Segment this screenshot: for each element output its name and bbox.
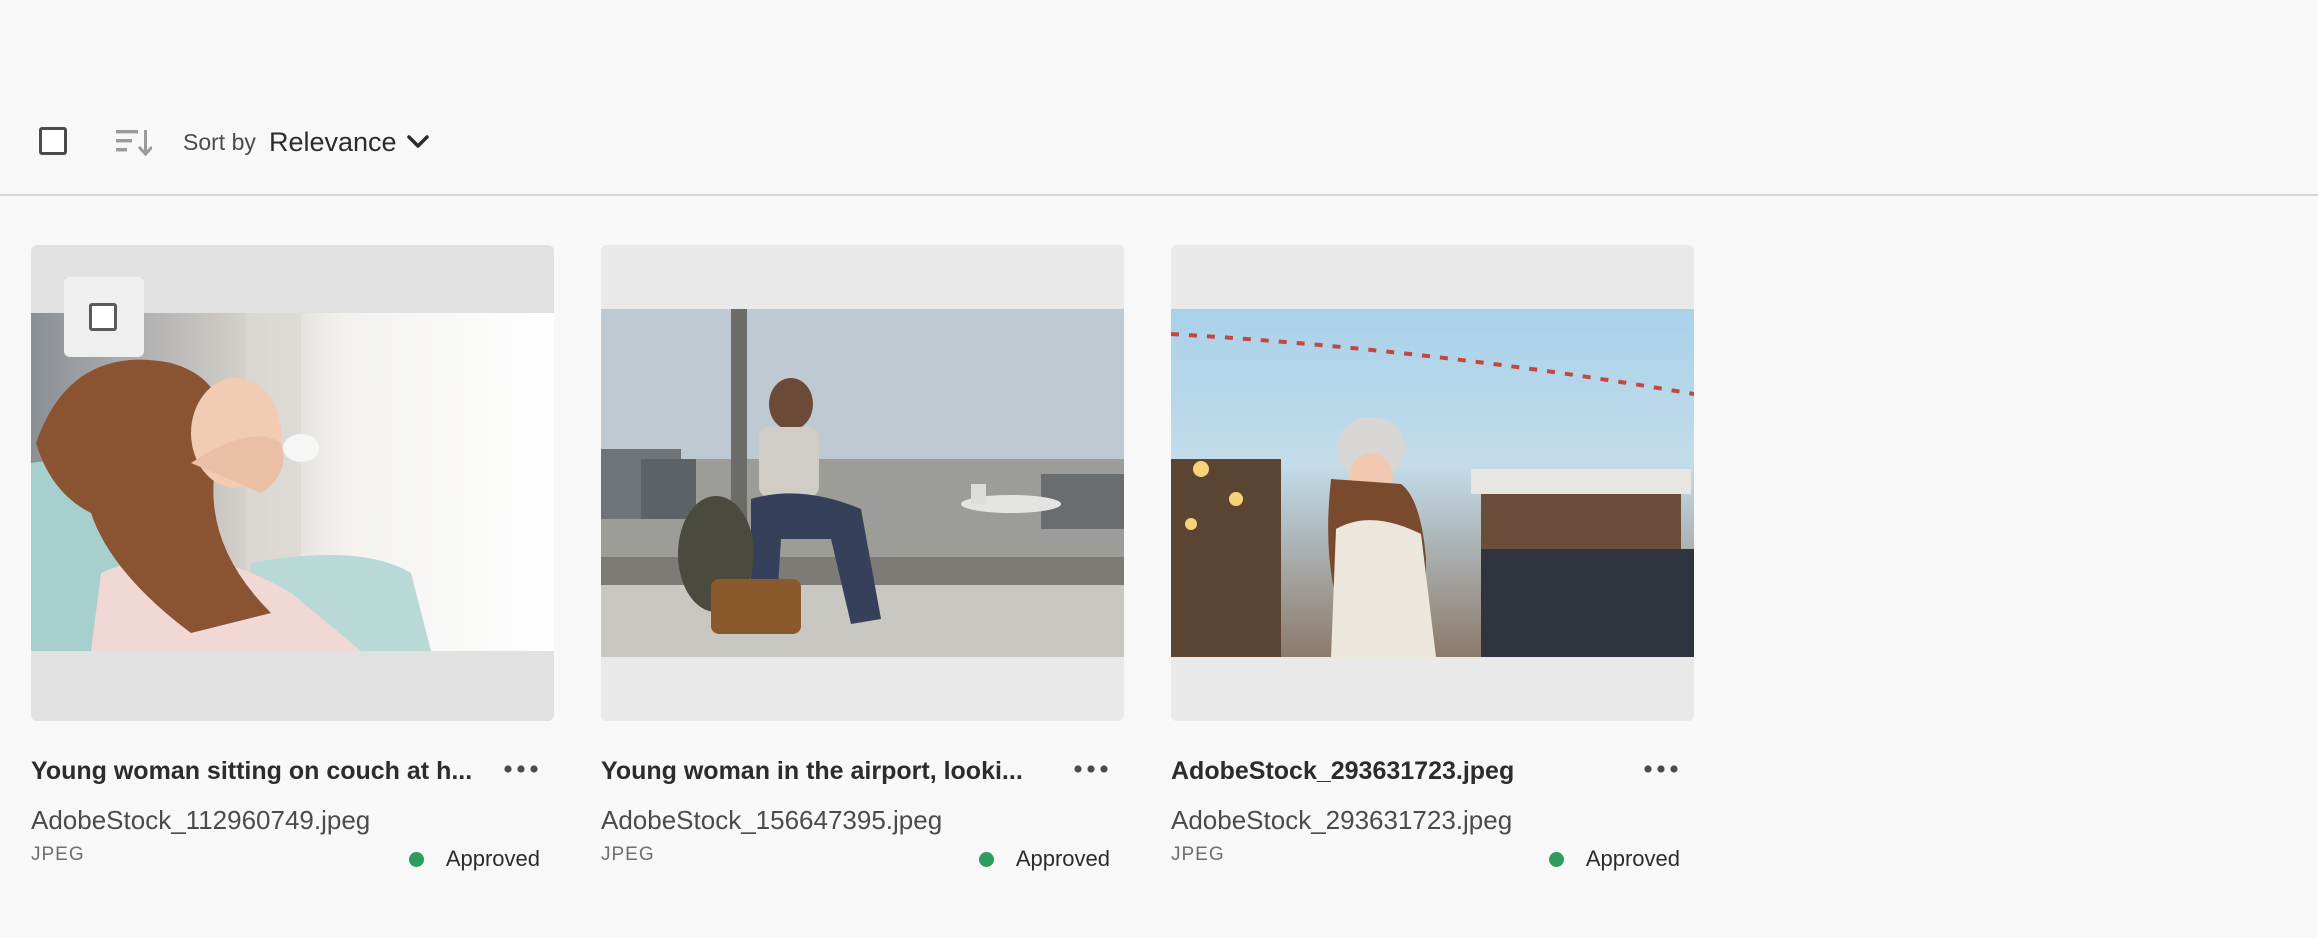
asset-title: AdobeStock_293631723.jpeg — [1171, 757, 1515, 785]
asset-title: Young woman in the airport, looki... — [601, 757, 1023, 785]
asset-thumbnail[interactable] — [31, 245, 554, 721]
checkbox-box[interactable] — [89, 303, 117, 331]
status-dot-icon — [1548, 851, 1564, 867]
status-label: Approved — [445, 846, 540, 871]
asset-thumbnail[interactable] — [1171, 245, 1694, 721]
more-options-icon[interactable] — [501, 755, 541, 783]
sort-order-icon[interactable] — [114, 127, 152, 157]
sort-by-label: Sort by — [183, 129, 256, 155]
asset-title: Young woman sitting on couch at h... — [31, 757, 473, 785]
status-badge: Approved — [1548, 845, 1680, 873]
chevron-down-icon[interactable] — [405, 130, 431, 154]
asset-photo — [1171, 309, 1694, 657]
asset-filetype: JPEG — [31, 844, 85, 865]
status-label: Approved — [1585, 846, 1680, 871]
status-badge: Approved — [978, 845, 1110, 873]
status-dot-icon — [408, 851, 424, 867]
toolbar: Sort by Relevance — [0, 0, 2318, 196]
select-all-checkbox[interactable] — [39, 127, 67, 155]
asset-card[interactable]: Young woman sitting on couch at h... Ado… — [31, 245, 554, 871]
asset-filetype: JPEG — [1171, 844, 1225, 865]
asset-filetype: JPEG — [601, 844, 655, 865]
status-label: Approved — [1015, 846, 1110, 871]
asset-thumbnail[interactable] — [601, 245, 1124, 721]
asset-photo — [601, 309, 1124, 657]
asset-filename: AdobeStock_293631723.jpeg — [1171, 805, 1513, 835]
asset-filename: AdobeStock_112960749.jpeg — [31, 805, 371, 835]
asset-photo — [31, 313, 554, 651]
asset-filename: AdobeStock_156647395.jpeg — [601, 805, 943, 835]
asset-card[interactable]: Young woman in the airport, looki... Ado… — [601, 245, 1124, 871]
sort-by-dropdown[interactable]: Relevance — [269, 124, 397, 160]
status-badge: Approved — [408, 845, 540, 873]
status-dot-icon — [978, 851, 994, 867]
more-options-icon[interactable] — [1071, 755, 1111, 783]
asset-card[interactable]: AdobeStock_293631723.jpeg AdobeStock_293… — [1171, 245, 1694, 871]
more-options-icon[interactable] — [1641, 755, 1681, 783]
asset-select-checkbox[interactable] — [64, 277, 144, 357]
